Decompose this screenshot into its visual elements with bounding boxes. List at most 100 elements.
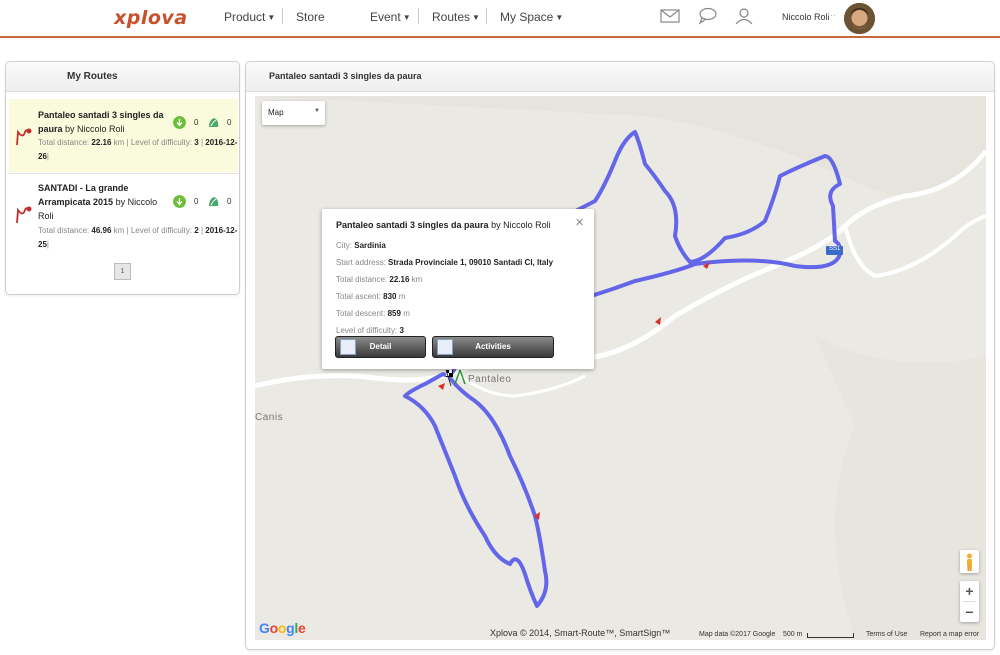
activities-button[interactable]: Activities	[432, 336, 554, 358]
pagination-page-button[interactable]: 1	[114, 263, 131, 280]
detail-button[interactable]: Detail	[335, 336, 426, 358]
pegman-icon	[967, 553, 972, 571]
route-list-item[interactable]: SANTADI - La grande Arrampicata 2015 by …	[9, 174, 238, 258]
distance-value: 22.16	[91, 138, 112, 147]
terms-of-use-link[interactable]: Terms of Use	[866, 631, 907, 638]
distance-unit: km	[113, 138, 125, 147]
caret-down-icon: ▼	[267, 13, 276, 22]
route-list-item[interactable]: Pantaleo santadi 3 singles da paura by N…	[9, 99, 238, 172]
xplova-logo[interactable]: xplova	[114, 7, 188, 29]
route-icon	[16, 206, 32, 224]
avatar-image	[844, 3, 875, 34]
info-row-total-distance: Total distance: 22.16 km	[336, 275, 422, 284]
activities-button-label: Activities	[475, 342, 511, 351]
map-data-attribution: Map data ©2017 Google	[699, 631, 776, 638]
caret-down-icon: ▼	[402, 13, 411, 22]
map-type-dropdown[interactable]: Map ▼	[262, 101, 325, 125]
map-canvas[interactable]: Map ▼ Pantaleo Canis SS1 + − Google Xplov…	[255, 96, 986, 640]
nav-divider	[418, 8, 419, 24]
zoom-out-button[interactable]: −	[960, 602, 979, 622]
google-logo[interactable]: Google	[259, 620, 306, 636]
info-window-title: Pantaleo santadi 3 singles da paura by N…	[336, 220, 551, 230]
distance-label: Total distance:	[38, 226, 90, 235]
info-row-city: City: Sardinia	[336, 241, 386, 250]
route-meta: Total distance: 46.96 km | Level of diff…	[38, 226, 238, 249]
distance-value: 46.96	[91, 226, 112, 235]
place-label-canis: Canis	[255, 412, 284, 423]
user-icon[interactable]	[734, 7, 754, 25]
nav-product-menu[interactable]: Product ▼	[224, 10, 275, 24]
map-type-label: Map	[268, 108, 284, 117]
info-value: 859	[387, 309, 401, 318]
user-name[interactable]: Niccolo Roli	[782, 12, 830, 22]
info-row-total-descent: Total descent: 859 m	[336, 309, 410, 318]
info-value: Strada Provinciale 1, 09010 Santadi CI, …	[388, 258, 554, 267]
road-badge-label: SS1	[829, 246, 841, 252]
info-label: Start address:	[336, 258, 386, 267]
zoom-in-button[interactable]: +	[960, 581, 979, 601]
download-icon	[173, 195, 186, 208]
download-icon	[173, 116, 186, 129]
google-logo-letter: o	[277, 620, 287, 636]
nav-product-label: Product	[224, 10, 266, 24]
info-route-name: Pantaleo santadi 3 singles da paura	[336, 220, 489, 230]
nav-my-space-menu[interactable]: My Space ▼	[500, 10, 563, 24]
difficulty-value: 3	[194, 138, 199, 147]
report-map-error-link[interactable]: Report a map error	[920, 631, 979, 638]
distance-label: Total distance:	[38, 138, 90, 147]
my-routes-header: My Routes	[6, 62, 239, 92]
nav-store-link[interactable]: Store	[296, 10, 325, 24]
nav-routes-menu[interactable]: Routes ▼	[432, 10, 480, 24]
info-label: Level of difficulty:	[336, 326, 398, 335]
info-label: Total ascent:	[336, 292, 381, 301]
info-value: 830	[383, 292, 397, 301]
copyright-text: Xplova © 2014, Smart-Route™, SmartSign™	[490, 628, 671, 638]
close-icon[interactable]: ✕	[575, 216, 584, 229]
like-count: 0	[227, 197, 232, 206]
nav-event-menu[interactable]: Event ▼	[370, 10, 411, 24]
info-row-start-address: Start address: Strada Provinciale 1, 090…	[336, 258, 553, 267]
like-icon	[209, 197, 219, 206]
route-info-window: Pantaleo santadi 3 singles da paura by N…	[322, 209, 594, 369]
my-routes-panel: My Routes Pantaleo santadi 3 singles da …	[5, 61, 240, 295]
list-icon	[437, 339, 453, 355]
avatar[interactable]	[844, 3, 875, 34]
caret-down-icon: ▼	[472, 13, 480, 22]
top-navigation-bar: xplova Product ▼ Store Event ▼ Routes ▼ My …	[0, 0, 1000, 38]
route-meta: Total distance: 22.16 km | Level of diff…	[38, 138, 238, 161]
direction-arrow	[438, 383, 445, 390]
caret-down-icon: ▼	[555, 13, 564, 22]
difficulty-value: 2	[194, 226, 199, 235]
info-unit: m	[403, 309, 410, 318]
document-icon	[340, 339, 356, 355]
info-value: 3	[399, 326, 404, 335]
road	[843, 214, 986, 279]
info-label: City:	[336, 241, 352, 250]
info-value: 22.16	[389, 275, 410, 284]
like-count: 0	[227, 118, 232, 127]
download-count: 0	[194, 118, 199, 127]
route-title[interactable]: SANTADI - La grande Arrampicata 2015 by …	[38, 181, 168, 223]
google-logo-letter: o	[269, 620, 279, 636]
user-menu-dots[interactable]: ···	[827, 10, 836, 20]
street-view-pegman[interactable]	[960, 550, 979, 573]
nav-divider	[486, 8, 487, 24]
nav-divider	[282, 8, 283, 24]
route-icon	[16, 128, 32, 146]
distance-unit: km	[113, 226, 125, 235]
route-author: by Niccolo Roli	[65, 124, 125, 134]
map-panel-title: Pantaleo santadi 3 singles da paura	[246, 62, 994, 92]
detail-button-label: Detail	[369, 342, 392, 351]
mail-icon[interactable]	[660, 7, 680, 25]
info-row-difficulty: Level of difficulty: 3	[336, 326, 404, 335]
direction-arrow	[655, 317, 661, 325]
route-map-panel: Pantaleo santadi 3 singles da paura Map …	[245, 61, 995, 650]
scale-bar	[807, 633, 854, 638]
chat-icon[interactable]	[697, 7, 717, 25]
info-value: Sardinia	[354, 241, 386, 250]
info-label: Total descent:	[336, 309, 386, 318]
zoom-control: + −	[960, 581, 979, 622]
nav-routes-label: Routes	[432, 10, 471, 24]
route-title[interactable]: Pantaleo santadi 3 singles da paura by N…	[38, 108, 168, 136]
google-logo-letter: G	[259, 620, 270, 636]
